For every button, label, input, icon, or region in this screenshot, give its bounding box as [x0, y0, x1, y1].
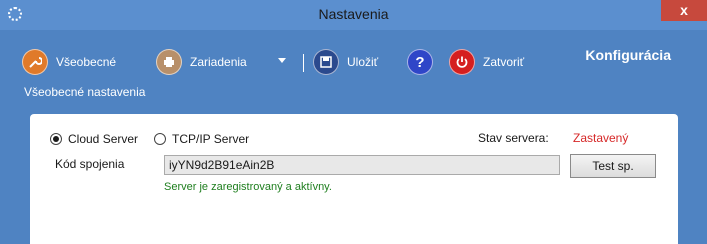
window-title: Nastavenia [318, 6, 389, 22]
server-status-value: Zastavený [573, 131, 629, 145]
close-button-label: Zatvoriť [483, 55, 525, 69]
section-subtitle: Všeobecné nastavenia [24, 85, 146, 99]
devices-button[interactable]: Zariadenia [156, 47, 247, 77]
section-heading: Konfigurácia [585, 47, 671, 63]
test-connection-button[interactable]: Test sp. [570, 154, 656, 178]
toolbar-separator [303, 54, 304, 72]
chevron-down-icon[interactable] [278, 58, 286, 63]
server-status-label: Stav servera: [478, 131, 549, 145]
radio-cloud-server[interactable]: Cloud Server [50, 132, 138, 146]
devices-button-label: Zariadenia [190, 55, 247, 69]
power-icon [449, 49, 475, 75]
connection-code-label: Kód spojenia [55, 157, 125, 171]
radio-button-selected[interactable] [50, 133, 62, 145]
wrench-icon [22, 49, 48, 75]
save-button[interactable]: Uložiť [313, 47, 378, 77]
connection-panel: Cloud Server TCP/IP Server Stav servera:… [30, 114, 678, 244]
connection-code-input[interactable] [164, 155, 560, 175]
toolbar: Všeobecné Zariadenia Uložiť ? Zatvoriť K… [0, 30, 707, 114]
floppy-disk-icon [313, 49, 339, 75]
help-button[interactable]: ? [407, 47, 441, 77]
title-bar: Nastavenia x [0, 0, 707, 30]
general-button-label: Všeobecné [56, 55, 117, 69]
close-button[interactable]: Zatvoriť [449, 47, 524, 77]
radio-tcpip-server-label: TCP/IP Server [172, 132, 250, 146]
radio-cloud-server-label: Cloud Server [68, 132, 139, 146]
help-icon: ? [407, 49, 433, 75]
server-status-message: Server je zaregistrovaný a aktívny. [164, 181, 332, 193]
save-button-label: Uložiť [347, 55, 379, 69]
radio-button[interactable] [154, 133, 166, 145]
window-close-button[interactable]: x [661, 0, 707, 21]
general-button[interactable]: Všeobecné [22, 47, 116, 77]
printer-icon [156, 49, 182, 75]
radio-tcpip-server[interactable]: TCP/IP Server [154, 132, 249, 146]
